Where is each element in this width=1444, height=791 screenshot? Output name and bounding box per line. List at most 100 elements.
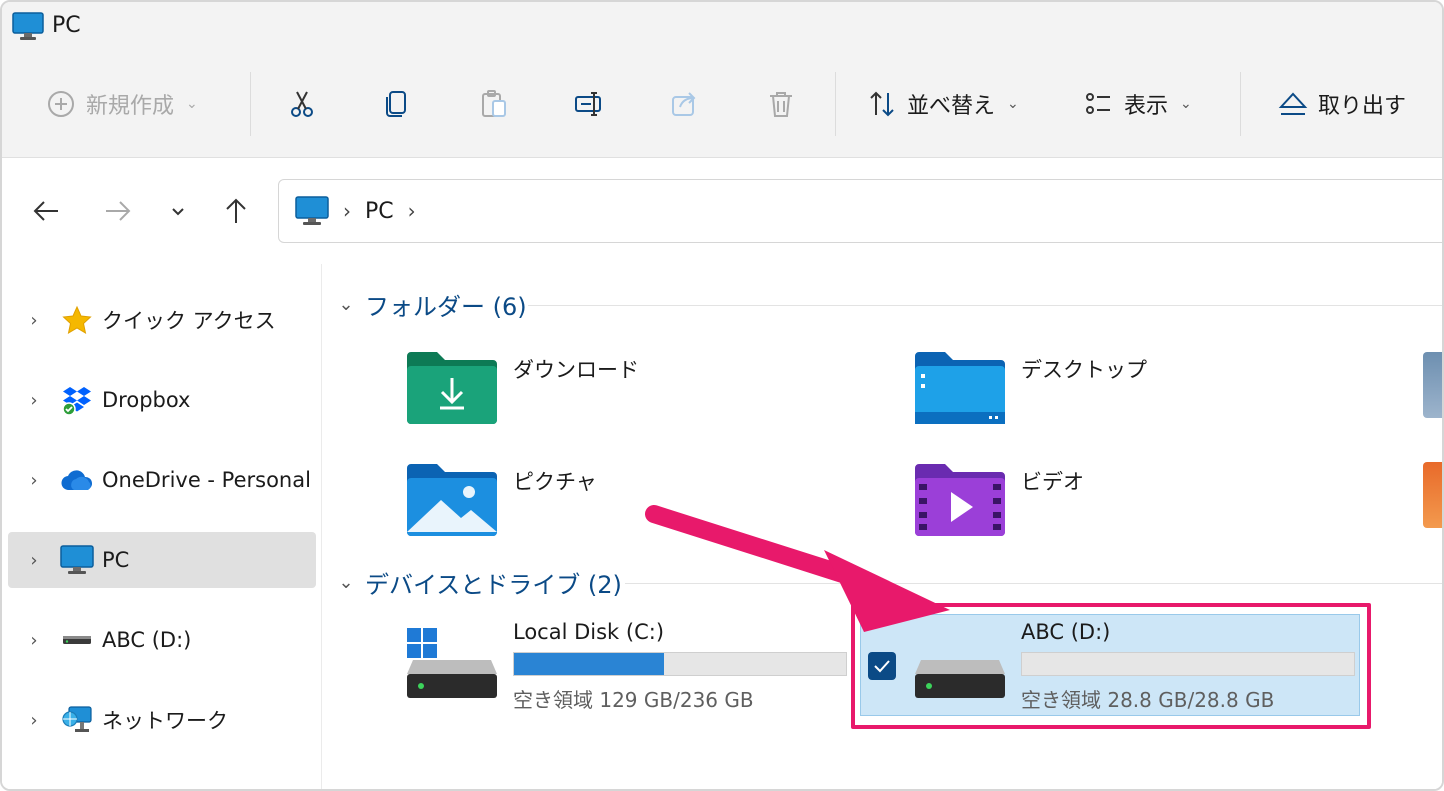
chevron-down-icon: ⌄	[1007, 96, 1019, 112]
downloads-folder-icon	[407, 352, 497, 424]
explorer-window: PC 新規作成 ⌄ 並べ替え ⌄ 表示 ⌄ 取り出す › PC › › クイック…	[0, 0, 1444, 791]
expand-chevron-icon[interactable]: ›	[14, 470, 54, 491]
recent-locations-button[interactable]	[162, 195, 194, 227]
chevron-down-icon: ⌄	[186, 96, 198, 112]
arrow-up-icon	[226, 198, 246, 223]
breadcrumb-pc[interactable]: PC	[365, 199, 394, 224]
arrow-left-icon	[33, 201, 58, 221]
drives-group-header[interactable]: ⌄ デバイスとドライブ (2)	[335, 562, 622, 602]
trash-icon	[770, 92, 792, 117]
view-button-label: 表示	[1124, 94, 1169, 119]
eject-button-label: 取り出す	[1318, 94, 1407, 119]
drive-usage-bar	[513, 652, 847, 676]
drive-tile-local-disk-c[interactable]: Local Disk (C:) 空き領域 129 GB/236 GB	[407, 616, 847, 712]
arrow-right-icon	[106, 201, 131, 221]
sidebar-item-label: OneDrive - Personal	[102, 468, 311, 492]
folder-tile-label: ピクチャ	[513, 470, 597, 494]
folder-tile-label: ビデオ	[1021, 470, 1084, 494]
command-bar: 新規作成 ⌄ 並べ替え ⌄ 表示 ⌄ 取り出す	[2, 52, 1442, 158]
sidebar-item-onedrive[interactable]: › OneDrive - Personal	[8, 452, 316, 508]
sort-icon	[870, 91, 894, 117]
chevron-down-icon	[172, 208, 184, 216]
network-icon	[60, 703, 94, 737]
rename-button[interactable]	[574, 82, 604, 126]
monitor-icon	[12, 12, 44, 46]
up-button[interactable]	[220, 195, 252, 227]
clipboard-icon	[482, 90, 506, 117]
navigation-pane: › クイック アクセス › Dropbox › OneDrive - Perso…	[2, 264, 322, 789]
navigation-bar: › PC ›	[2, 159, 1442, 263]
share-button[interactable]	[670, 82, 700, 126]
sidebar-item-label: ABC (D:)	[102, 628, 192, 652]
sidebar-item-pc[interactable]: › PC	[8, 532, 316, 588]
rename-icon	[575, 92, 601, 116]
expand-chevron-icon[interactable]: ›	[14, 550, 54, 571]
folder-tile-documents-partial[interactable]	[1423, 352, 1442, 418]
sidebar-item-label: ネットワーク	[102, 709, 228, 733]
desktop-folder-icon	[915, 352, 1005, 424]
folder-tile-pictures[interactable]: ピクチャ	[407, 462, 597, 536]
folder-tile-downloads[interactable]: ダウンロード	[407, 350, 639, 424]
toolbar-divider	[835, 72, 836, 136]
view-button[interactable]: 表示 ⌄	[1084, 82, 1192, 126]
view-list-icon	[1086, 93, 1110, 114]
sidebar-item-label: クイック アクセス	[102, 309, 276, 333]
drives-group-title: デバイスとドライブ (2)	[365, 570, 622, 599]
drive-name: Local Disk (C:)	[513, 620, 665, 644]
collapse-chevron-icon[interactable]: ⌄	[335, 572, 357, 593]
sidebar-item-label: PC	[102, 548, 130, 572]
file-list: ⌄ フォルダー (6) ダウンロード デスクトップ ピクチャ ビデオ ⌄ デバイ…	[323, 264, 1442, 789]
chevron-down-icon: ⌄	[1180, 96, 1192, 112]
drive-icon	[60, 623, 94, 657]
sidebar-item-network[interactable]: › ネットワーク	[8, 692, 316, 748]
drive-usage-fill	[514, 653, 665, 675]
drive-free-space: 空き領域 129 GB/236 GB	[513, 688, 754, 712]
dropbox-icon	[60, 383, 94, 417]
eject-button[interactable]: 取り出す	[1278, 82, 1406, 126]
new-button[interactable]: 新規作成 ⌄	[46, 82, 198, 126]
group-divider	[528, 305, 1442, 306]
paste-button[interactable]	[479, 82, 509, 126]
plus-circle-icon	[48, 91, 74, 117]
delete-button[interactable]	[766, 82, 796, 126]
sidebar-item-abc-drive[interactable]: › ABC (D:)	[8, 612, 316, 668]
address-bar[interactable]: › PC ›	[278, 179, 1442, 243]
sort-button[interactable]: 並べ替え ⌄	[867, 82, 1019, 126]
cloud-icon	[60, 463, 94, 497]
breadcrumb-separator-icon: ›	[343, 199, 351, 223]
breadcrumb-separator-icon[interactable]: ›	[408, 199, 416, 223]
folder-tile-music-partial[interactable]	[1423, 462, 1442, 528]
expand-chevron-icon[interactable]: ›	[14, 310, 54, 331]
folders-group-title: フォルダー (6)	[365, 292, 527, 321]
copy-button[interactable]	[382, 82, 412, 126]
monitor-icon	[60, 543, 94, 577]
expand-chevron-icon[interactable]: ›	[14, 710, 54, 731]
sort-button-label: 並べ替え	[907, 94, 996, 119]
windows-drive-icon	[407, 628, 497, 708]
expand-chevron-icon[interactable]: ›	[14, 630, 54, 651]
sidebar-item-quick-access[interactable]: › クイック アクセス	[8, 292, 316, 348]
title-bar: PC	[2, 2, 1442, 52]
monitor-icon	[295, 196, 329, 225]
eject-icon	[1278, 92, 1308, 115]
star-icon	[60, 303, 94, 337]
videos-folder-icon	[915, 464, 1005, 536]
folder-tile-videos[interactable]: ビデオ	[915, 462, 1084, 536]
sidebar-item-label: Dropbox	[102, 388, 191, 412]
group-divider	[625, 583, 1442, 584]
highlight-box	[851, 603, 1371, 729]
folder-tile-desktop[interactable]: デスクトップ	[915, 350, 1147, 424]
forward-button[interactable]	[102, 195, 134, 227]
share-icon	[672, 92, 696, 116]
sidebar-item-dropbox[interactable]: › Dropbox	[8, 372, 316, 428]
copy-icon	[386, 91, 406, 117]
pictures-folder-icon	[407, 464, 497, 536]
folder-tile-label: デスクトップ	[1021, 358, 1147, 382]
back-button[interactable]	[30, 195, 62, 227]
new-button-label: 新規作成	[86, 94, 175, 119]
expand-chevron-icon[interactable]: ›	[14, 390, 54, 411]
folders-group-header[interactable]: ⌄ フォルダー (6)	[335, 284, 527, 324]
collapse-chevron-icon[interactable]: ⌄	[335, 294, 357, 315]
cut-button[interactable]	[287, 82, 317, 126]
toolbar-divider	[250, 72, 251, 136]
